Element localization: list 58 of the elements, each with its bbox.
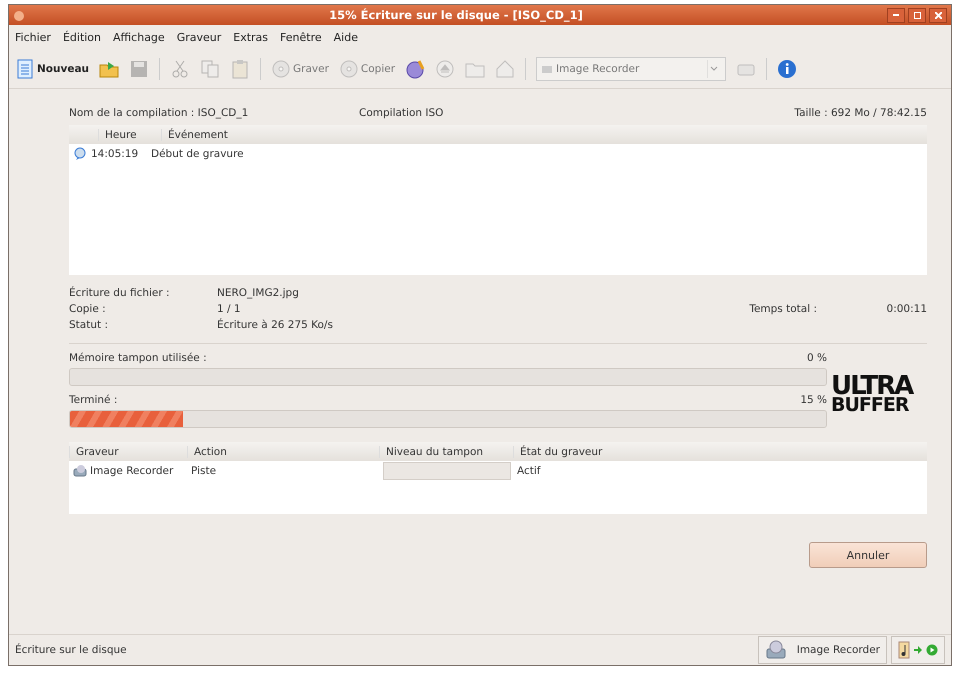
info-label: Copie : <box>69 303 107 315</box>
info-value: 1 / 1 <box>217 303 242 315</box>
music-file-icon <box>898 641 910 659</box>
progress-reading: 0 % <box>807 352 827 364</box>
progress-reading: 15 % <box>800 394 827 406</box>
disc-wand-icon[interactable] <box>405 59 426 79</box>
column-header[interactable]: Action <box>187 446 379 458</box>
menu-item[interactable]: Affichage <box>113 31 165 44</box>
compilation-name: Nom de la compilation : ISO_CD_1 <box>69 107 250 119</box>
maximize-icon <box>914 12 920 18</box>
logo-text: BUFFER <box>831 396 909 414</box>
table-cell-text: Actif <box>516 465 542 477</box>
maximize-button[interactable] <box>908 8 926 22</box>
speech-bubble-icon <box>73 147 87 161</box>
close-button[interactable] <box>929 8 947 22</box>
play-icon <box>926 644 938 656</box>
menu-item[interactable]: Aide <box>334 31 358 44</box>
column-header[interactable]: Niveau du tampon <box>379 446 513 458</box>
menu-item[interactable]: Fenêtre <box>280 31 322 44</box>
arrow-icon <box>913 645 923 655</box>
table-cell-text: Piste <box>190 465 218 477</box>
table-cell: Début de gravure <box>151 148 244 160</box>
info-value: 0:00:11 <box>886 303 927 315</box>
info-label: Temps total : <box>749 303 817 315</box>
document-icon <box>15 59 35 79</box>
new-button[interactable]: Nouveau <box>15 59 90 79</box>
menu-item[interactable]: Fichier <box>15 31 51 44</box>
menu-item[interactable]: Graveur <box>176 31 222 44</box>
info-label: Écriture du fichier : <box>69 287 171 299</box>
progress-label: Terminé : <box>69 394 118 406</box>
column-header[interactable]: Heure <box>98 128 161 140</box>
column-header[interactable]: Graveur <box>69 446 187 458</box>
transfer-button[interactable] <box>891 636 945 664</box>
status-text: Écriture sur le disque <box>15 644 127 656</box>
compilation-size: Taille : 692 Mo / 78:42.15 <box>794 107 927 119</box>
info-icon[interactable] <box>777 59 798 79</box>
window-title: 15% Écriture sur le disque - [ISO_CD_1] <box>328 8 584 22</box>
close-icon <box>934 12 942 18</box>
minimize-button[interactable] <box>887 8 905 22</box>
disc-icon <box>271 59 292 79</box>
disc-icon <box>338 59 359 79</box>
minimize-icon <box>893 14 899 16</box>
logo-text: ULTRA <box>831 374 914 397</box>
column-header[interactable]: État du graveur <box>513 446 608 458</box>
app-icon <box>13 9 25 21</box>
column-header[interactable]: Événement <box>161 128 234 140</box>
menu-item[interactable]: Édition <box>62 31 102 44</box>
compilation-type: Compilation ISO <box>359 107 444 119</box>
recorder-button[interactable]: Image Recorder <box>758 636 887 664</box>
folder-icon[interactable] <box>99 59 120 79</box>
progress-label: Mémoire tampon utilisée : <box>69 352 207 364</box>
info-label: Statut : <box>69 319 109 331</box>
menu-item[interactable]: Extras <box>233 31 268 44</box>
table-cell-text: 14:05:19 <box>91 148 140 160</box>
info-value: Écriture à 26 275 Ko/s <box>217 319 334 331</box>
table-cell: Image Recorder <box>90 465 174 477</box>
info-value: NERO_IMG2.jpg <box>217 287 300 299</box>
cancel-button[interactable]: Annuler <box>809 542 927 568</box>
